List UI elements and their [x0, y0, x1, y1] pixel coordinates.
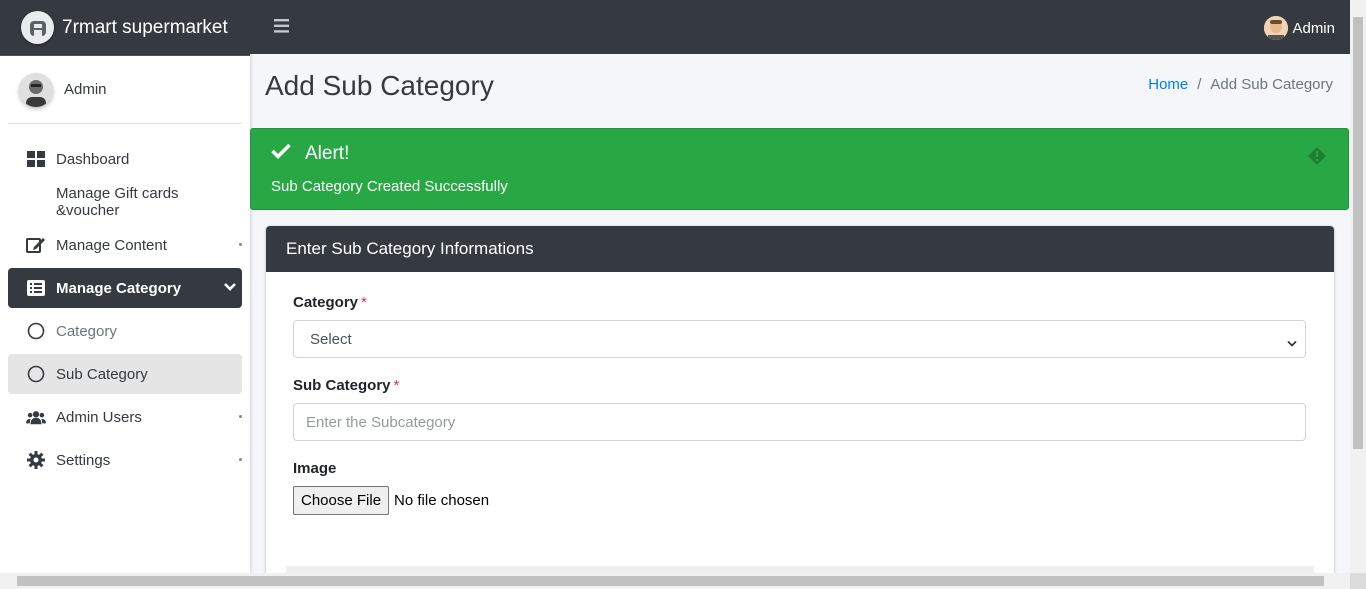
sub-category-form-card: Enter Sub Category Informations Category…: [266, 226, 1334, 586]
alert-close-icon[interactable]: [1308, 147, 1326, 165]
sidebar-item-label: Sub Category: [56, 365, 148, 383]
sidebar-nav: Dashboard Manage Gift cards &voucher Man…: [0, 124, 250, 480]
scrollbar-corner: [1350, 573, 1366, 589]
sidebar-item-admin-users[interactable]: Admin Users: [8, 397, 242, 437]
chevron-down-icon: [1287, 335, 1297, 352]
sidebar-user-name: Admin: [64, 81, 107, 98]
choose-file-button[interactable]: Choose File: [293, 486, 390, 515]
sub-category-input[interactable]: Enter the Subcategory: [293, 403, 1306, 441]
circle-icon: [26, 365, 46, 383]
page-title: Add Sub Category: [265, 70, 494, 101]
users-icon: [26, 409, 46, 425]
sidebar-item-category[interactable]: Category: [8, 311, 242, 351]
expand-indicator-icon: [239, 243, 242, 246]
sidebar-item-manage-content[interactable]: Manage Content: [8, 225, 242, 265]
sub-category-placeholder: Enter the Subcategory: [306, 413, 456, 431]
expand-indicator-icon: [239, 458, 242, 461]
category-label: Category *: [293, 294, 1306, 311]
edit-icon: [26, 236, 46, 254]
brand-link[interactable]: 7rmart supermarket: [0, 0, 250, 56]
dashboard-icon: [26, 151, 46, 167]
alert-title: Alert!: [271, 143, 349, 165]
breadcrumb-current: Add Sub Category: [1210, 76, 1333, 93]
sidebar-item-label: Settings: [56, 451, 111, 469]
category-select[interactable]: Select: [293, 320, 1306, 358]
horizontal-scroll-thumb[interactable]: [17, 576, 1324, 586]
vertical-scrollbar[interactable]: [1350, 0, 1366, 573]
top-user-menu[interactable]: Admin: [1264, 16, 1335, 40]
card-body: Category * Select Sub Category * Enter the…: [266, 272, 1334, 515]
horizontal-scrollbar[interactable]: [0, 573, 1350, 589]
brand-logo-icon: [21, 11, 54, 44]
top-navbar: Admin: [250, 0, 1350, 54]
sidebar-item-manage-category[interactable]: Manage Category: [8, 268, 242, 308]
sidebar-item-settings[interactable]: Settings: [8, 440, 242, 480]
file-status: No file chosen: [394, 492, 490, 509]
sidebar-item-label: Manage Content: [56, 236, 167, 254]
brand-name: 7rmart supermarket: [62, 16, 228, 38]
user-panel[interactable]: Admin: [8, 56, 242, 124]
required-mark: *: [361, 294, 367, 311]
success-alert: Alert! Sub Category Created Successfully: [250, 128, 1349, 210]
sidebar-item-label: Dashboard: [56, 150, 130, 168]
expand-indicator-icon: [239, 415, 242, 418]
sub-category-label: Sub Category *: [293, 377, 1306, 394]
list-icon: [26, 280, 46, 296]
breadcrumb-home-link[interactable]: Home: [1148, 76, 1188, 93]
sidebar-item-sub-category[interactable]: Sub Category: [8, 354, 242, 394]
image-group: Image Choose File No file chosen: [293, 460, 1306, 515]
sidebar-item-label: Category: [56, 322, 117, 340]
category-group: Category * Select: [293, 294, 1306, 358]
vertical-scroll-thumb[interactable]: [1353, 17, 1363, 449]
sidebar: 7rmart supermarket Admin Dashboard Manag…: [0, 0, 250, 573]
gear-icon: [26, 451, 46, 469]
user-avatar: [19, 72, 53, 107]
sub-category-label-text: Sub Category: [293, 377, 391, 394]
chevron-down-icon: [223, 280, 237, 298]
sidebar-item-label: Admin Users: [56, 408, 142, 426]
check-icon: [271, 143, 291, 165]
menu-toggle-icon[interactable]: [274, 19, 289, 38]
required-mark: *: [393, 377, 400, 394]
sidebar-item-gift-cards[interactable]: Manage Gift cards &voucher: [8, 182, 242, 222]
circle-icon: [26, 322, 46, 340]
sidebar-item-dashboard[interactable]: Dashboard: [8, 139, 242, 179]
file-input: Choose File No file chosen: [293, 486, 1306, 515]
alert-title-text: Alert!: [305, 143, 350, 164]
card-header: Enter Sub Category Informations: [266, 226, 1334, 272]
top-user-name: Admin: [1292, 19, 1335, 37]
sidebar-item-label: Manage Category: [56, 279, 182, 297]
category-select-value: Select: [310, 330, 352, 348]
sub-category-group: Sub Category * Enter the Subcategory: [293, 377, 1306, 441]
sidebar-item-label: Manage Gift cards &voucher: [56, 185, 179, 219]
category-label-text: Category: [293, 294, 359, 311]
image-label: Image: [293, 460, 337, 477]
alert-message: Sub Category Created Successfully: [271, 178, 508, 195]
breadcrumb-separator: /: [1197, 76, 1202, 93]
top-user-avatar: [1264, 16, 1289, 40]
breadcrumb: Home / Add Sub Category: [1148, 76, 1333, 93]
